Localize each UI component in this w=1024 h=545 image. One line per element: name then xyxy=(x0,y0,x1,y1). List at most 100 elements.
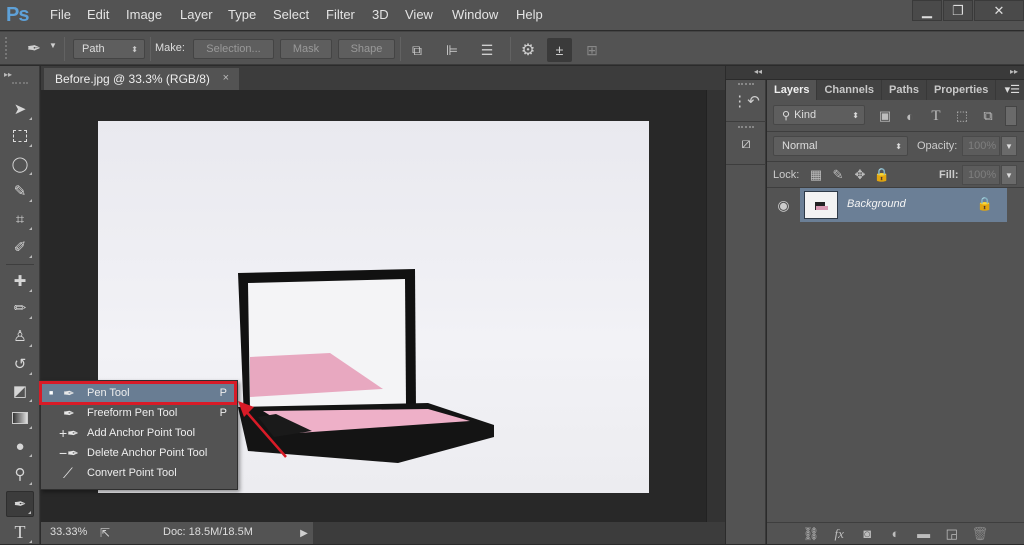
blur-tool[interactable]: ● xyxy=(6,433,34,459)
path-arrangement-icon[interactable]: ☰ xyxy=(477,40,497,60)
lock-all-icon[interactable]: 🔒 xyxy=(873,166,891,184)
vertical-scrollbar[interactable] xyxy=(706,90,725,522)
rectangular-marquee-tool[interactable] xyxy=(6,123,34,149)
layer-item[interactable]: Background 🔒 xyxy=(800,188,1007,222)
add-mask-icon[interactable]: ◙ xyxy=(858,525,876,543)
menu-3d[interactable]: 3D xyxy=(372,7,389,22)
zoom-level[interactable]: 33.33% xyxy=(50,526,87,538)
type-tool[interactable]: T xyxy=(6,519,34,545)
pen-tool[interactable]: ✒ xyxy=(6,491,34,517)
filter-pixel-icon[interactable]: ▣ xyxy=(876,107,894,125)
clone-source-panel-button[interactable]: ⧄ xyxy=(726,123,766,165)
path-mode-select[interactable]: Path ⬍ xyxy=(73,39,145,59)
flyout-item-delete-anchor-point-tool[interactable]: −✒ Delete Anchor Point Tool xyxy=(41,443,237,463)
blend-mode-select[interactable]: Normal ⬍ xyxy=(773,136,908,156)
filter-toggle[interactable] xyxy=(1005,106,1017,126)
link-layers-icon[interactable]: ⛓ xyxy=(802,525,820,543)
lasso-icon: ◯ xyxy=(11,156,29,173)
eraser-icon: ◩ xyxy=(12,383,28,400)
fill-input[interactable]: 100% xyxy=(962,165,1000,185)
pen-icon[interactable]: ✒ xyxy=(22,38,46,60)
close-button[interactable]: ✕ xyxy=(974,0,1024,21)
menu-edit[interactable]: Edit xyxy=(87,7,109,22)
move-icon: ➤ xyxy=(13,101,27,118)
brush-tool[interactable]: ✏ xyxy=(6,295,34,321)
flyout-item-convert-point-tool[interactable]: ⟋ Convert Point Tool xyxy=(41,463,237,483)
menu-type[interactable]: Type xyxy=(228,7,256,22)
horizontal-scrollbar[interactable] xyxy=(313,522,725,544)
eyedropper-tool[interactable]: ✐ xyxy=(6,234,34,260)
tab-layers[interactable]: Layers xyxy=(767,80,818,100)
history-brush-tool[interactable]: ↺ xyxy=(6,351,34,377)
quick-selection-tool[interactable]: ✎ xyxy=(6,178,34,204)
auto-add-delete-icon[interactable]: ± xyxy=(547,38,572,62)
menu-image[interactable]: Image xyxy=(126,7,162,22)
path-alignment-icon[interactable]: ⊫ xyxy=(442,40,462,60)
menu-bar: Ps File Edit Image Layer Type Select Fil… xyxy=(0,0,1024,30)
lock-position-icon[interactable]: ✥ xyxy=(851,166,869,184)
opacity-input[interactable]: 100% xyxy=(962,136,1000,156)
make-selection-button[interactable]: Selection... xyxy=(193,39,274,59)
dodge-tool[interactable]: ⚲ xyxy=(6,461,34,487)
history-panel-button[interactable]: ⋮↶ xyxy=(726,80,766,122)
menu-file[interactable]: File xyxy=(50,7,71,22)
opacity-dropdown[interactable]: ▼ xyxy=(1001,136,1017,156)
menu-view[interactable]: View xyxy=(405,7,433,22)
filter-adjustment-icon[interactable]: ◐ xyxy=(901,107,919,125)
eraser-tool[interactable]: ◩ xyxy=(6,378,34,404)
lasso-tool[interactable]: ◯ xyxy=(6,151,34,177)
delete-layer-trash-icon[interactable]: 🗑 xyxy=(971,525,989,543)
menu-layer[interactable]: Layer xyxy=(180,7,213,22)
share-icon[interactable]: ⇱ xyxy=(96,524,114,542)
status-menu-arrow-icon[interactable]: ▶ xyxy=(297,524,311,542)
flyout-item-label: Add Anchor Point Tool xyxy=(87,427,196,439)
lock-transparent-icon[interactable]: ▦ xyxy=(807,166,825,184)
lock-image-icon[interactable]: ✎ xyxy=(829,166,847,184)
filter-kind-select[interactable]: ⚲ Kind ⬍ xyxy=(773,105,865,125)
new-group-folder-icon[interactable]: ▬ xyxy=(915,525,933,543)
menu-help[interactable]: Help xyxy=(516,7,543,22)
filter-shape-icon[interactable]: ⬚ xyxy=(953,107,971,125)
collapse-right-icon[interactable]: ▸▸ xyxy=(1010,67,1018,76)
options-bar-grip[interactable] xyxy=(5,37,9,59)
tab-channels[interactable]: Channels xyxy=(817,80,882,100)
filter-smart-object-icon[interactable]: ⧉ xyxy=(979,107,997,125)
tab-close-icon[interactable]: × xyxy=(223,72,229,84)
spot-healing-brush-tool[interactable]: ✚ xyxy=(6,268,34,294)
visibility-eye-icon[interactable]: ◉ xyxy=(767,188,800,222)
flyout-item-add-anchor-point-tool[interactable]: +✒ Add Anchor Point Tool xyxy=(41,423,237,443)
layer-name[interactable]: Background xyxy=(847,198,906,210)
minimize-button[interactable]: ▁ xyxy=(912,0,942,21)
adjustment-layer-icon[interactable]: ◐ xyxy=(886,525,904,543)
collapse-left-icon[interactable]: ◂◂ xyxy=(754,67,762,76)
new-layer-icon[interactable]: ◲ xyxy=(943,525,961,543)
toolbar-collapse-icon[interactable]: ▸▸ xyxy=(4,70,12,79)
restore-button[interactable]: ❐ xyxy=(943,0,973,21)
flyout-item-freeform-pen-tool[interactable]: ✒ Freeform Pen Tool P xyxy=(41,403,237,423)
crop-tool[interactable]: ⌗ xyxy=(6,206,34,232)
menu-window[interactable]: Window xyxy=(452,7,498,22)
freeform-pen-icon: ✒ xyxy=(63,404,75,421)
clone-stamp-tool[interactable]: ♙ xyxy=(6,323,34,349)
panel-menu-icon[interactable]: ▾☰ xyxy=(1005,83,1020,96)
make-shape-button[interactable]: Shape xyxy=(338,39,395,59)
menu-select[interactable]: Select xyxy=(273,7,309,22)
gear-icon[interactable]: ⚙ xyxy=(518,40,538,60)
path-operations-icon[interactable]: ⧉ xyxy=(407,40,427,60)
layer-row-background[interactable]: ◉ Background 🔒 xyxy=(767,188,1024,222)
make-mask-button[interactable]: Mask xyxy=(280,39,332,59)
move-tool[interactable]: ➤ xyxy=(6,96,34,122)
document-tab[interactable]: Before.jpg @ 33.3% (RGB/8) × xyxy=(44,68,239,90)
toolbar-grip[interactable] xyxy=(12,82,28,84)
tool-preset-dropdown-icon[interactable]: ▼ xyxy=(49,41,57,50)
fill-dropdown[interactable]: ▼ xyxy=(1001,165,1017,185)
align-edges-icon[interactable]: ⊞ xyxy=(582,40,602,60)
filter-type-icon[interactable]: T xyxy=(927,107,945,125)
layer-style-fx-icon[interactable]: fx xyxy=(830,525,848,543)
tab-properties[interactable]: Properties xyxy=(927,80,997,100)
minimize-icon: ▁ xyxy=(922,2,932,18)
menu-filter[interactable]: Filter xyxy=(326,7,355,22)
tab-paths[interactable]: Paths xyxy=(882,80,927,100)
gradient-tool[interactable] xyxy=(6,405,34,431)
toolbar-separator xyxy=(6,264,34,265)
